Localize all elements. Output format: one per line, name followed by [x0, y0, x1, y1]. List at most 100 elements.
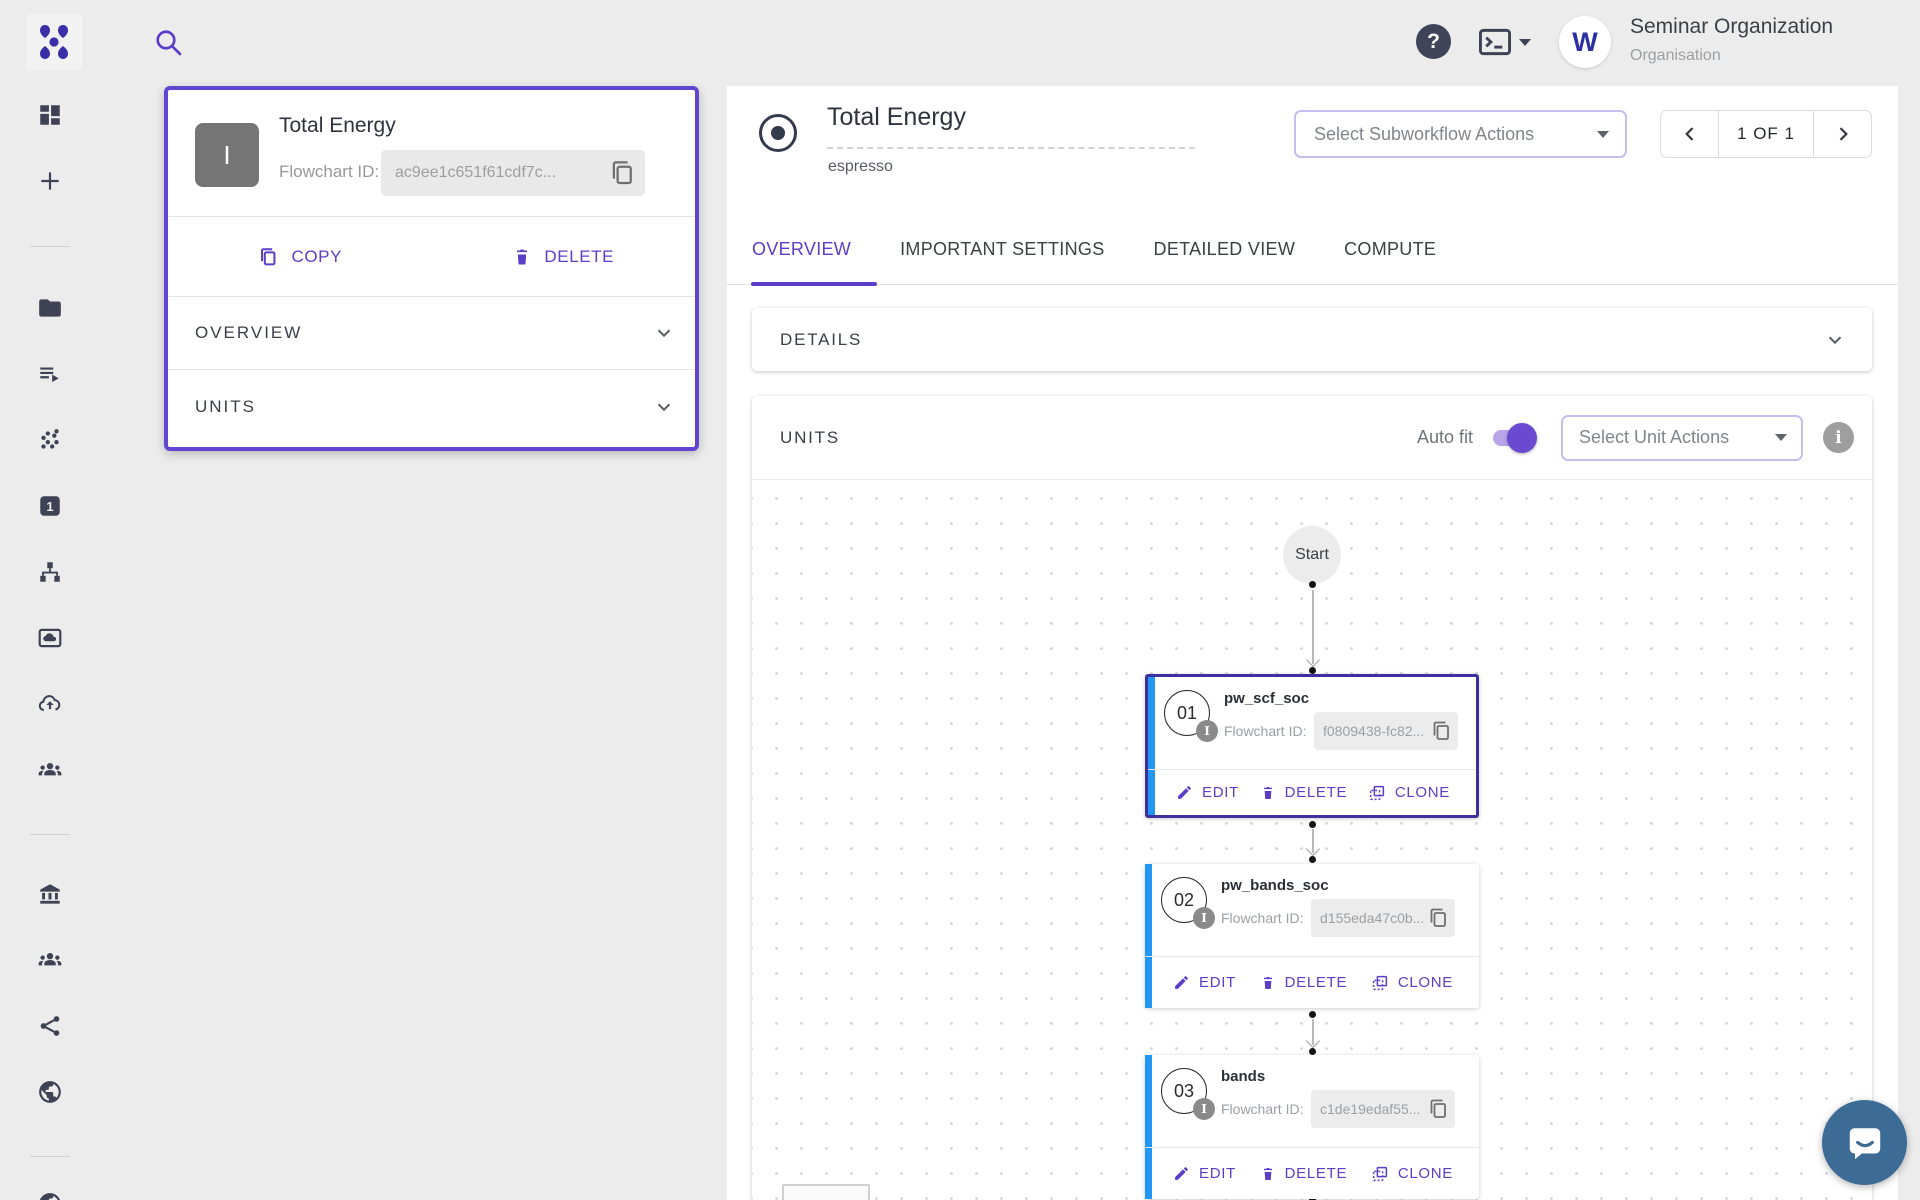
delete-label: DELETE [1285, 974, 1348, 991]
console-menu-button[interactable] [1477, 26, 1531, 58]
pager-label: 1 OF 1 [1718, 111, 1814, 157]
sidebar-item-cloud-upload[interactable] [0, 680, 99, 728]
copy-icon[interactable] [607, 158, 637, 188]
units-label: UNITS [780, 428, 840, 448]
search-button[interactable] [152, 26, 184, 58]
org-team-icon [37, 947, 63, 973]
sidebar-item-projects[interactable] [0, 284, 99, 332]
info-icon[interactable]: i [1823, 422, 1854, 453]
help-button[interactable]: ? [1416, 24, 1451, 59]
unit-delete-button[interactable]: DELETE [1260, 1165, 1348, 1183]
tab-compute[interactable]: COMPUTE [1344, 215, 1436, 285]
unit-type-badge: I [1193, 907, 1215, 929]
unit-flowchart-id-chip[interactable]: c1de19edaf55... [1311, 1090, 1455, 1128]
copy-icon[interactable] [1426, 1097, 1450, 1121]
sidebar-item-unit[interactable]: 1 [0, 482, 99, 530]
globe-icon [37, 1191, 63, 1200]
unit-flowchart-id-label: Flowchart ID: [1224, 723, 1306, 739]
delete-workflow-button[interactable]: DELETE [432, 217, 696, 296]
plus-icon [37, 168, 63, 194]
accordion-row-units[interactable]: UNITS [168, 370, 695, 443]
tab-detailed-view[interactable]: DETAILED VIEW [1154, 215, 1296, 285]
tab-label: OVERVIEW [752, 239, 851, 260]
pencil-icon [1176, 784, 1193, 801]
workflow-selection-card: I Total Energy Flowchart ID: ac9ee1c651f… [164, 86, 699, 451]
copy-workflow-button[interactable]: COPY [168, 217, 432, 296]
connector-line [1312, 829, 1314, 853]
sidebar-item-org-members[interactable] [0, 936, 99, 984]
sidebar-item-team[interactable] [0, 746, 99, 794]
autofit-toggle[interactable] [1493, 430, 1533, 446]
canvas-minimap[interactable] [782, 1184, 870, 1200]
pager-next-button[interactable] [1814, 111, 1871, 157]
unit-one-icon: 1 [37, 493, 63, 519]
chat-launcher-button[interactable] [1822, 1100, 1907, 1185]
unit-flowchart-id-chip[interactable]: f0809438-fc82... [1314, 712, 1458, 750]
pager-prev-button[interactable] [1661, 111, 1718, 157]
start-node[interactable]: Start [1283, 526, 1341, 584]
unit-edit-button[interactable]: EDIT [1176, 784, 1239, 801]
flowchart-canvas[interactable]: Start [752, 480, 1872, 1200]
unit-actions-dropdown[interactable]: Select Unit Actions [1561, 415, 1803, 461]
sidebar-divider [30, 1156, 70, 1157]
unit-card-bands[interactable]: 03 I bands Flowchart ID: c1de19edaf55... [1145, 1055, 1479, 1199]
clone-label: CLONE [1398, 1165, 1453, 1182]
sidebar-item-globe[interactable] [0, 1068, 99, 1116]
clone-icon [1368, 784, 1386, 802]
sidebar-item-globe-partial[interactable] [0, 1180, 99, 1200]
tab-overview[interactable]: OVERVIEW [752, 215, 851, 285]
sidebar-item-workflows[interactable] [0, 548, 99, 596]
trash-icon [1260, 974, 1276, 992]
avatar-letter: W [1572, 27, 1597, 58]
unit-delete-button[interactable]: DELETE [1260, 974, 1348, 992]
tab-label: IMPORTANT SETTINGS [900, 239, 1104, 260]
toggle-knob [1507, 423, 1537, 453]
copy-icon [257, 246, 279, 268]
unit-actions-label: Select Unit Actions [1579, 427, 1729, 448]
help-icon: ? [1427, 30, 1440, 54]
account-menu[interactable]: Seminar Organization Organisation [1630, 15, 1833, 65]
unit-flowchart-id-chip[interactable]: d155eda47c0b... [1311, 899, 1455, 937]
unit-number-circle: 02 I [1161, 877, 1207, 923]
sidebar-item-institution[interactable] [0, 870, 99, 918]
sidebar-item-media[interactable] [0, 614, 99, 662]
unit-delete-button[interactable]: DELETE [1260, 784, 1348, 802]
search-icon [152, 26, 184, 58]
tab-important-settings[interactable]: IMPORTANT SETTINGS [900, 215, 1104, 285]
unit-clone-button[interactable]: CLONE [1368, 784, 1450, 802]
subworkflow-tabs: OVERVIEW IMPORTANT SETTINGS DETAILED VIE… [727, 215, 1898, 285]
logo-icon [33, 21, 75, 63]
details-accordion[interactable]: DETAILS [752, 308, 1872, 371]
sidebar-item-dashboard[interactable] [0, 91, 99, 139]
workflow-tile: I [195, 123, 259, 187]
avatar[interactable]: W [1559, 16, 1611, 68]
copy-icon[interactable] [1426, 906, 1450, 930]
sidebar-item-share[interactable] [0, 1002, 99, 1050]
subworkflow-title[interactable]: Total Energy [827, 103, 966, 132]
unit-number: 03 [1174, 1081, 1194, 1102]
flowchart-id-chip[interactable]: ac9ee1c651f61cdf7c... [381, 150, 645, 196]
chevron-down-icon [653, 322, 675, 344]
unit-edit-button[interactable]: EDIT [1173, 974, 1236, 991]
connector-dot [1309, 1011, 1316, 1018]
jobs-list-icon [37, 361, 63, 387]
unit-edit-button[interactable]: EDIT [1173, 1165, 1236, 1182]
copy-icon[interactable] [1429, 719, 1453, 743]
unit-card-pw-scf-soc[interactable]: 01 I pw_scf_soc Flowchart ID: f0809438-f… [1145, 674, 1479, 818]
clone-label: CLONE [1398, 974, 1453, 991]
unit-clone-button[interactable]: CLONE [1371, 1165, 1453, 1183]
delete-label: DELETE [544, 247, 614, 267]
units-header: UNITS Auto fit Select Unit Actions i [752, 396, 1872, 480]
selection-card-header: I Total Energy Flowchart ID: ac9ee1c651f… [168, 90, 695, 217]
subworkflow-actions-dropdown[interactable]: Select Subworkflow Actions [1294, 110, 1627, 158]
sidebar-item-materials[interactable] [0, 416, 99, 464]
connector-dot [1309, 821, 1316, 828]
accordion-row-overview[interactable]: OVERVIEW [168, 297, 695, 370]
unit-card-pw-bands-soc[interactable]: 02 I pw_bands_soc Flowchart ID: d155eda4… [1145, 864, 1479, 1008]
materials-dots-icon [37, 427, 63, 453]
sidebar-item-create-new[interactable] [0, 157, 99, 205]
unit-clone-button[interactable]: CLONE [1371, 974, 1453, 992]
sidebar-item-jobs[interactable] [0, 350, 99, 398]
app-logo[interactable] [26, 14, 82, 70]
autofit-label: Auto fit [1417, 427, 1473, 448]
